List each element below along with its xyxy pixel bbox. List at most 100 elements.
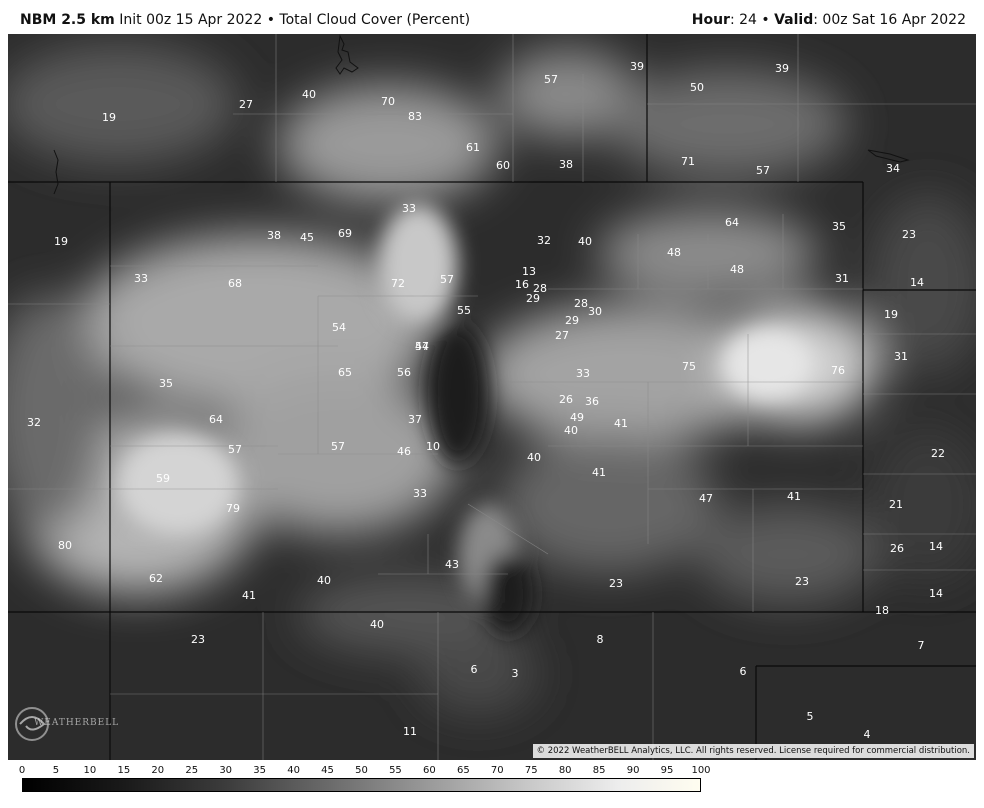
cloud-value-label: 29 xyxy=(526,292,540,305)
color-scale-tick-label: 5 xyxy=(52,765,60,776)
cloud-value-label: 50 xyxy=(690,81,704,94)
field-name: Total Cloud Cover (Percent) xyxy=(279,12,471,28)
cloud-value-label: 64 xyxy=(209,413,223,426)
color-scale-tick-label: 65 xyxy=(456,765,470,776)
color-scale-tick-label: 60 xyxy=(423,765,436,776)
color-scale-tick-label: 55 xyxy=(389,765,402,776)
cloud-value-label: 26 xyxy=(559,393,573,406)
cloud-value-label: 23 xyxy=(609,577,623,590)
cloud-value-label: 71 xyxy=(681,155,695,168)
cloud-value-label: 8 xyxy=(597,633,604,646)
cloud-value-label: 65 xyxy=(338,366,352,379)
cloud-value-label: 40 xyxy=(527,451,541,464)
cloud-value-label: 56 xyxy=(397,366,411,379)
cloud-value-label: 48 xyxy=(667,246,681,259)
cloud-value-label: 23 xyxy=(902,228,916,241)
cloud-value-label: 38 xyxy=(559,158,573,171)
cloud-value-label: 3 xyxy=(512,667,519,680)
cloud-value-label: 45 xyxy=(300,231,314,244)
cloud-value-label: 16 xyxy=(515,278,529,291)
cloud-value-label: 38 xyxy=(267,229,281,242)
cloud-value-label: 44 xyxy=(415,340,429,353)
color-scale-tick-label: 15 xyxy=(117,765,131,776)
model-name: NBM 2.5 km xyxy=(20,12,115,28)
cloud-value-label: 72 xyxy=(391,277,405,290)
color-scale-tick-label: 45 xyxy=(321,765,334,776)
cloud-value-label: 48 xyxy=(730,263,744,276)
cloud-value-label: 76 xyxy=(831,364,845,377)
cloud-value-label: 5 xyxy=(807,710,814,723)
color-scale-tick-label: 75 xyxy=(524,765,538,776)
cloud-value-label: 35 xyxy=(159,377,173,390)
cloud-value-label: 49 xyxy=(570,411,584,424)
cloud-value-label: 31 xyxy=(835,272,849,285)
cloud-value-label: 26 xyxy=(890,542,904,555)
color-scale-tick-label: 40 xyxy=(287,765,300,776)
cloud-value-label: 32 xyxy=(27,416,41,429)
cloud-value-label: 75 xyxy=(682,360,696,373)
cloud-value-label: 22 xyxy=(931,447,945,460)
cloud-value-label: 55 xyxy=(457,304,471,317)
cloud-value-label: 47 xyxy=(699,492,713,505)
copyright-notice: © 2022 WeatherBELL Analytics, LLC. All r… xyxy=(532,744,974,758)
cloud-value-label: 18 xyxy=(875,604,889,617)
cloud-value-label: 31 xyxy=(894,350,908,363)
cloud-value-label: 46 xyxy=(397,445,411,458)
cloud-value-label: 33 xyxy=(576,367,590,380)
info-bullet: • xyxy=(761,12,770,28)
cloud-value-label: 83 xyxy=(408,110,422,123)
cloud-value-label: 40 xyxy=(578,235,592,248)
cloud-value-label: 54 xyxy=(332,321,346,334)
cloud-value-label: 57 xyxy=(544,73,558,86)
cloud-value-label: 14 xyxy=(929,540,943,553)
cloud-value-label: 41 xyxy=(592,466,606,479)
cloud-value-label: 28 xyxy=(574,297,588,310)
cloud-value-label: 59 xyxy=(156,472,170,485)
color-scale-tick-label: 85 xyxy=(592,765,606,776)
cloud-value-label: 4 xyxy=(864,728,871,741)
valid-label: Valid xyxy=(774,12,814,28)
cloud-value-label: 19 xyxy=(884,308,898,321)
color-scale-tick-label: 30 xyxy=(219,765,233,776)
color-scale-tick-label: 95 xyxy=(660,765,674,776)
cloud-value-label: 19 xyxy=(102,111,116,124)
cloud-value-label: 27 xyxy=(239,98,253,111)
cloud-value-label: 7 xyxy=(918,639,925,652)
cloud-value-label: 43 xyxy=(445,558,459,571)
cloud-value-label: 36 xyxy=(585,395,599,408)
cloud-value-label: 6 xyxy=(740,665,747,678)
map-canvas: 19274070836160 38573950397157 34193338 45 69… xyxy=(8,34,976,760)
cloud-value-label: 14 xyxy=(929,587,943,600)
cloud-value-label: 39 xyxy=(775,62,789,75)
hour-value: : 24 xyxy=(729,12,757,28)
cloud-value-label: 60 xyxy=(496,159,510,172)
color-scale-tick-label: 0 xyxy=(18,765,26,776)
cloud-value-label: 27 xyxy=(555,329,569,342)
cloud-value-label: 57 xyxy=(440,273,454,286)
cloud-value-label: 29 xyxy=(565,314,579,327)
cloud-value-label: 40 xyxy=(564,424,578,437)
title-bullet: • xyxy=(266,12,275,28)
valid-value: : 00z Sat 16 Apr 2022 xyxy=(813,12,966,28)
cloud-value-label: 69 xyxy=(338,227,352,240)
cloud-value-label: 33 xyxy=(134,272,148,285)
cloud-value-label: 41 xyxy=(787,490,801,503)
cloud-value-label: 61 xyxy=(466,141,480,154)
cloud-value-label: 62 xyxy=(149,572,163,585)
cloud-value-label: 13 xyxy=(522,265,536,278)
hour-label: Hour xyxy=(691,12,730,28)
cloud-value-label: 11 xyxy=(403,725,417,738)
cloud-value-label: 6 xyxy=(471,663,478,676)
logo-wordmark: WEATHERBELL xyxy=(34,718,120,728)
color-scale-tick-label: 25 xyxy=(185,765,199,776)
cloud-value-label: 10 xyxy=(426,440,440,453)
cloud-value-label: 79 xyxy=(226,502,240,515)
header-bar: NBM 2.5 km Init 00z 15 Apr 2022 • Total … xyxy=(0,0,984,34)
cloud-value-label: 57 xyxy=(331,440,345,453)
cloud-value-label: 68 xyxy=(228,277,242,290)
cloud-value-label: 41 xyxy=(242,589,256,602)
map-title: NBM 2.5 km Init 00z 15 Apr 2022 • Total … xyxy=(20,12,470,28)
color-scale-tick-label: 10 xyxy=(83,765,97,776)
cloud-value-label: 64 xyxy=(725,216,739,229)
cloud-value-label: 80 xyxy=(58,539,72,552)
